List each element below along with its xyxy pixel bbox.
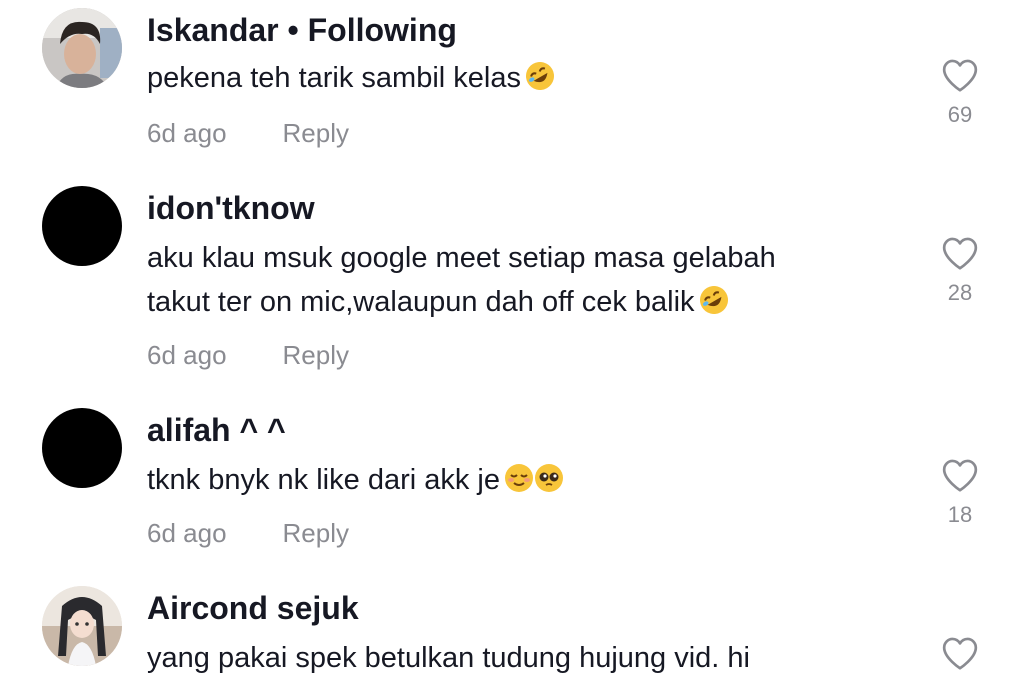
comment-text-line: yang pakai spek betulkan tudung hujung v… xyxy=(147,642,750,674)
comment-text-line: takut ter on mic,walaupun dah off cek ba… xyxy=(147,286,695,318)
rolling-on-floor-laughing-emoji-icon xyxy=(525,62,554,90)
comment-text: aku klau msuk google meet setiap masa ge… xyxy=(147,236,776,324)
comment-text: tknk bnyk nk like dari akk je xyxy=(147,458,564,502)
relieved-face-emoji-icon xyxy=(504,464,533,492)
like-button[interactable]: 69 xyxy=(934,58,986,128)
like-button[interactable]: 18 xyxy=(934,458,986,528)
avatar-photo xyxy=(42,8,122,88)
heart-outline-icon[interactable] xyxy=(941,236,979,272)
pleading-face-emoji-icon xyxy=(534,464,563,492)
avatar-anime-image xyxy=(42,586,122,666)
avatar[interactable] xyxy=(42,8,122,88)
comment-username[interactable]: idon'tknow xyxy=(147,190,315,226)
comment-username[interactable]: alifah ^ ^ xyxy=(147,412,286,448)
like-count: 69 xyxy=(947,102,973,127)
comment-text: yang pakai spek betulkan tudung hujung v… xyxy=(147,636,750,680)
comment-text-line: pekena teh tarik sambil kelas xyxy=(147,62,521,94)
like-button[interactable]: 28 xyxy=(934,236,986,306)
heart-outline-icon[interactable] xyxy=(941,636,979,672)
comment-username[interactable]: Iskandar • Following xyxy=(147,12,457,48)
avatar[interactable] xyxy=(42,186,122,266)
heart-outline-icon[interactable] xyxy=(941,458,979,494)
rolling-on-floor-laughing-emoji-icon xyxy=(699,286,728,314)
comment-meta: 6d ago Reply xyxy=(147,518,349,548)
comment-text-line: aku klau msuk google meet setiap masa ge… xyxy=(147,242,776,274)
comment-text-line: tknk bnyk nk like dari akk je xyxy=(147,464,500,496)
like-count: 28 xyxy=(947,280,973,305)
reply-button[interactable]: Reply xyxy=(283,518,349,548)
like-count: 18 xyxy=(947,502,973,527)
like-button[interactable] xyxy=(934,636,986,672)
reply-button[interactable]: Reply xyxy=(283,340,349,370)
comment-list: Iskandar • Following pekena teh tarik sa… xyxy=(0,0,1024,692)
comment-meta: 6d ago Reply xyxy=(147,118,349,148)
heart-outline-icon[interactable] xyxy=(941,58,979,94)
avatar[interactable] xyxy=(42,586,122,666)
comment-time: 6d ago xyxy=(147,118,227,148)
comment-time: 6d ago xyxy=(147,340,227,370)
comment-meta: 6d ago Reply xyxy=(147,340,349,370)
avatar[interactable] xyxy=(42,408,122,488)
reply-button[interactable]: Reply xyxy=(283,118,349,148)
comment-text: pekena teh tarik sambil kelas xyxy=(147,56,555,100)
comment-username[interactable]: Aircond sejuk xyxy=(147,590,359,626)
comment-time: 6d ago xyxy=(147,518,227,548)
